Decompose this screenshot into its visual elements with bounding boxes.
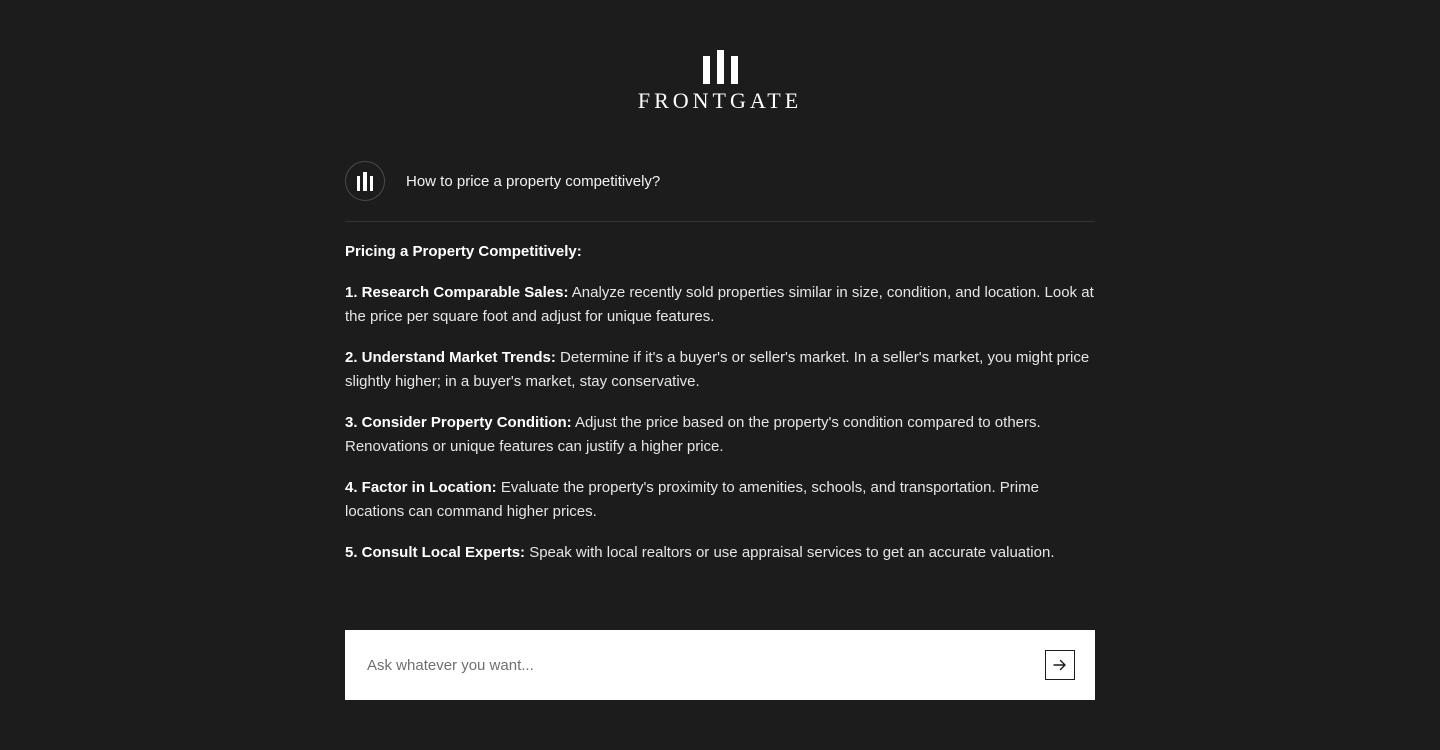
avatar [345, 161, 385, 201]
answer-item-label: 4. Factor in Location: [345, 479, 497, 496]
arrow-right-icon [1053, 659, 1066, 671]
answer-item-label: 3. Consider Property Condition: [345, 414, 572, 431]
question-text: How to price a property competitively? [406, 172, 661, 190]
answer-item-label: 5. Consult Local Experts: [345, 544, 526, 561]
page: FRONTGATE How to price a property compet… [0, 0, 1440, 750]
answer-item: 2. Understand Market Trends: Determine i… [345, 346, 1097, 394]
answer-item: 5. Consult Local Experts: Speak with loc… [345, 541, 1097, 565]
divider [345, 221, 1095, 222]
answer-item: 3. Consider Property Condition: Adjust t… [345, 411, 1097, 459]
answer-item: 1. Research Comparable Sales: Analyze re… [345, 281, 1097, 329]
answer-title: Pricing a Property Competitively: [345, 243, 582, 260]
user-question: How to price a property competitively? [345, 160, 1095, 202]
answer-item: 4. Factor in Location: Evaluate the prop… [345, 476, 1097, 524]
answer-item-label: 1. Research Comparable Sales: [345, 284, 569, 301]
brand-logo: FRONTGATE [0, 50, 1440, 112]
answer-item-label: 2. Understand Market Trends: [345, 349, 556, 366]
answer-item-text: Speak with local realtors or use apprais… [525, 544, 1055, 561]
chat-input[interactable] [365, 655, 1045, 675]
three-bars-logo-icon [702, 50, 738, 84]
answer: Pricing a Property Competitively: 1. Res… [345, 240, 1097, 582]
chat-input-bar [345, 630, 1095, 700]
send-button[interactable] [1045, 650, 1075, 680]
three-bars-avatar-icon [356, 171, 374, 191]
brand-name: FRONTGATE [637, 88, 803, 113]
